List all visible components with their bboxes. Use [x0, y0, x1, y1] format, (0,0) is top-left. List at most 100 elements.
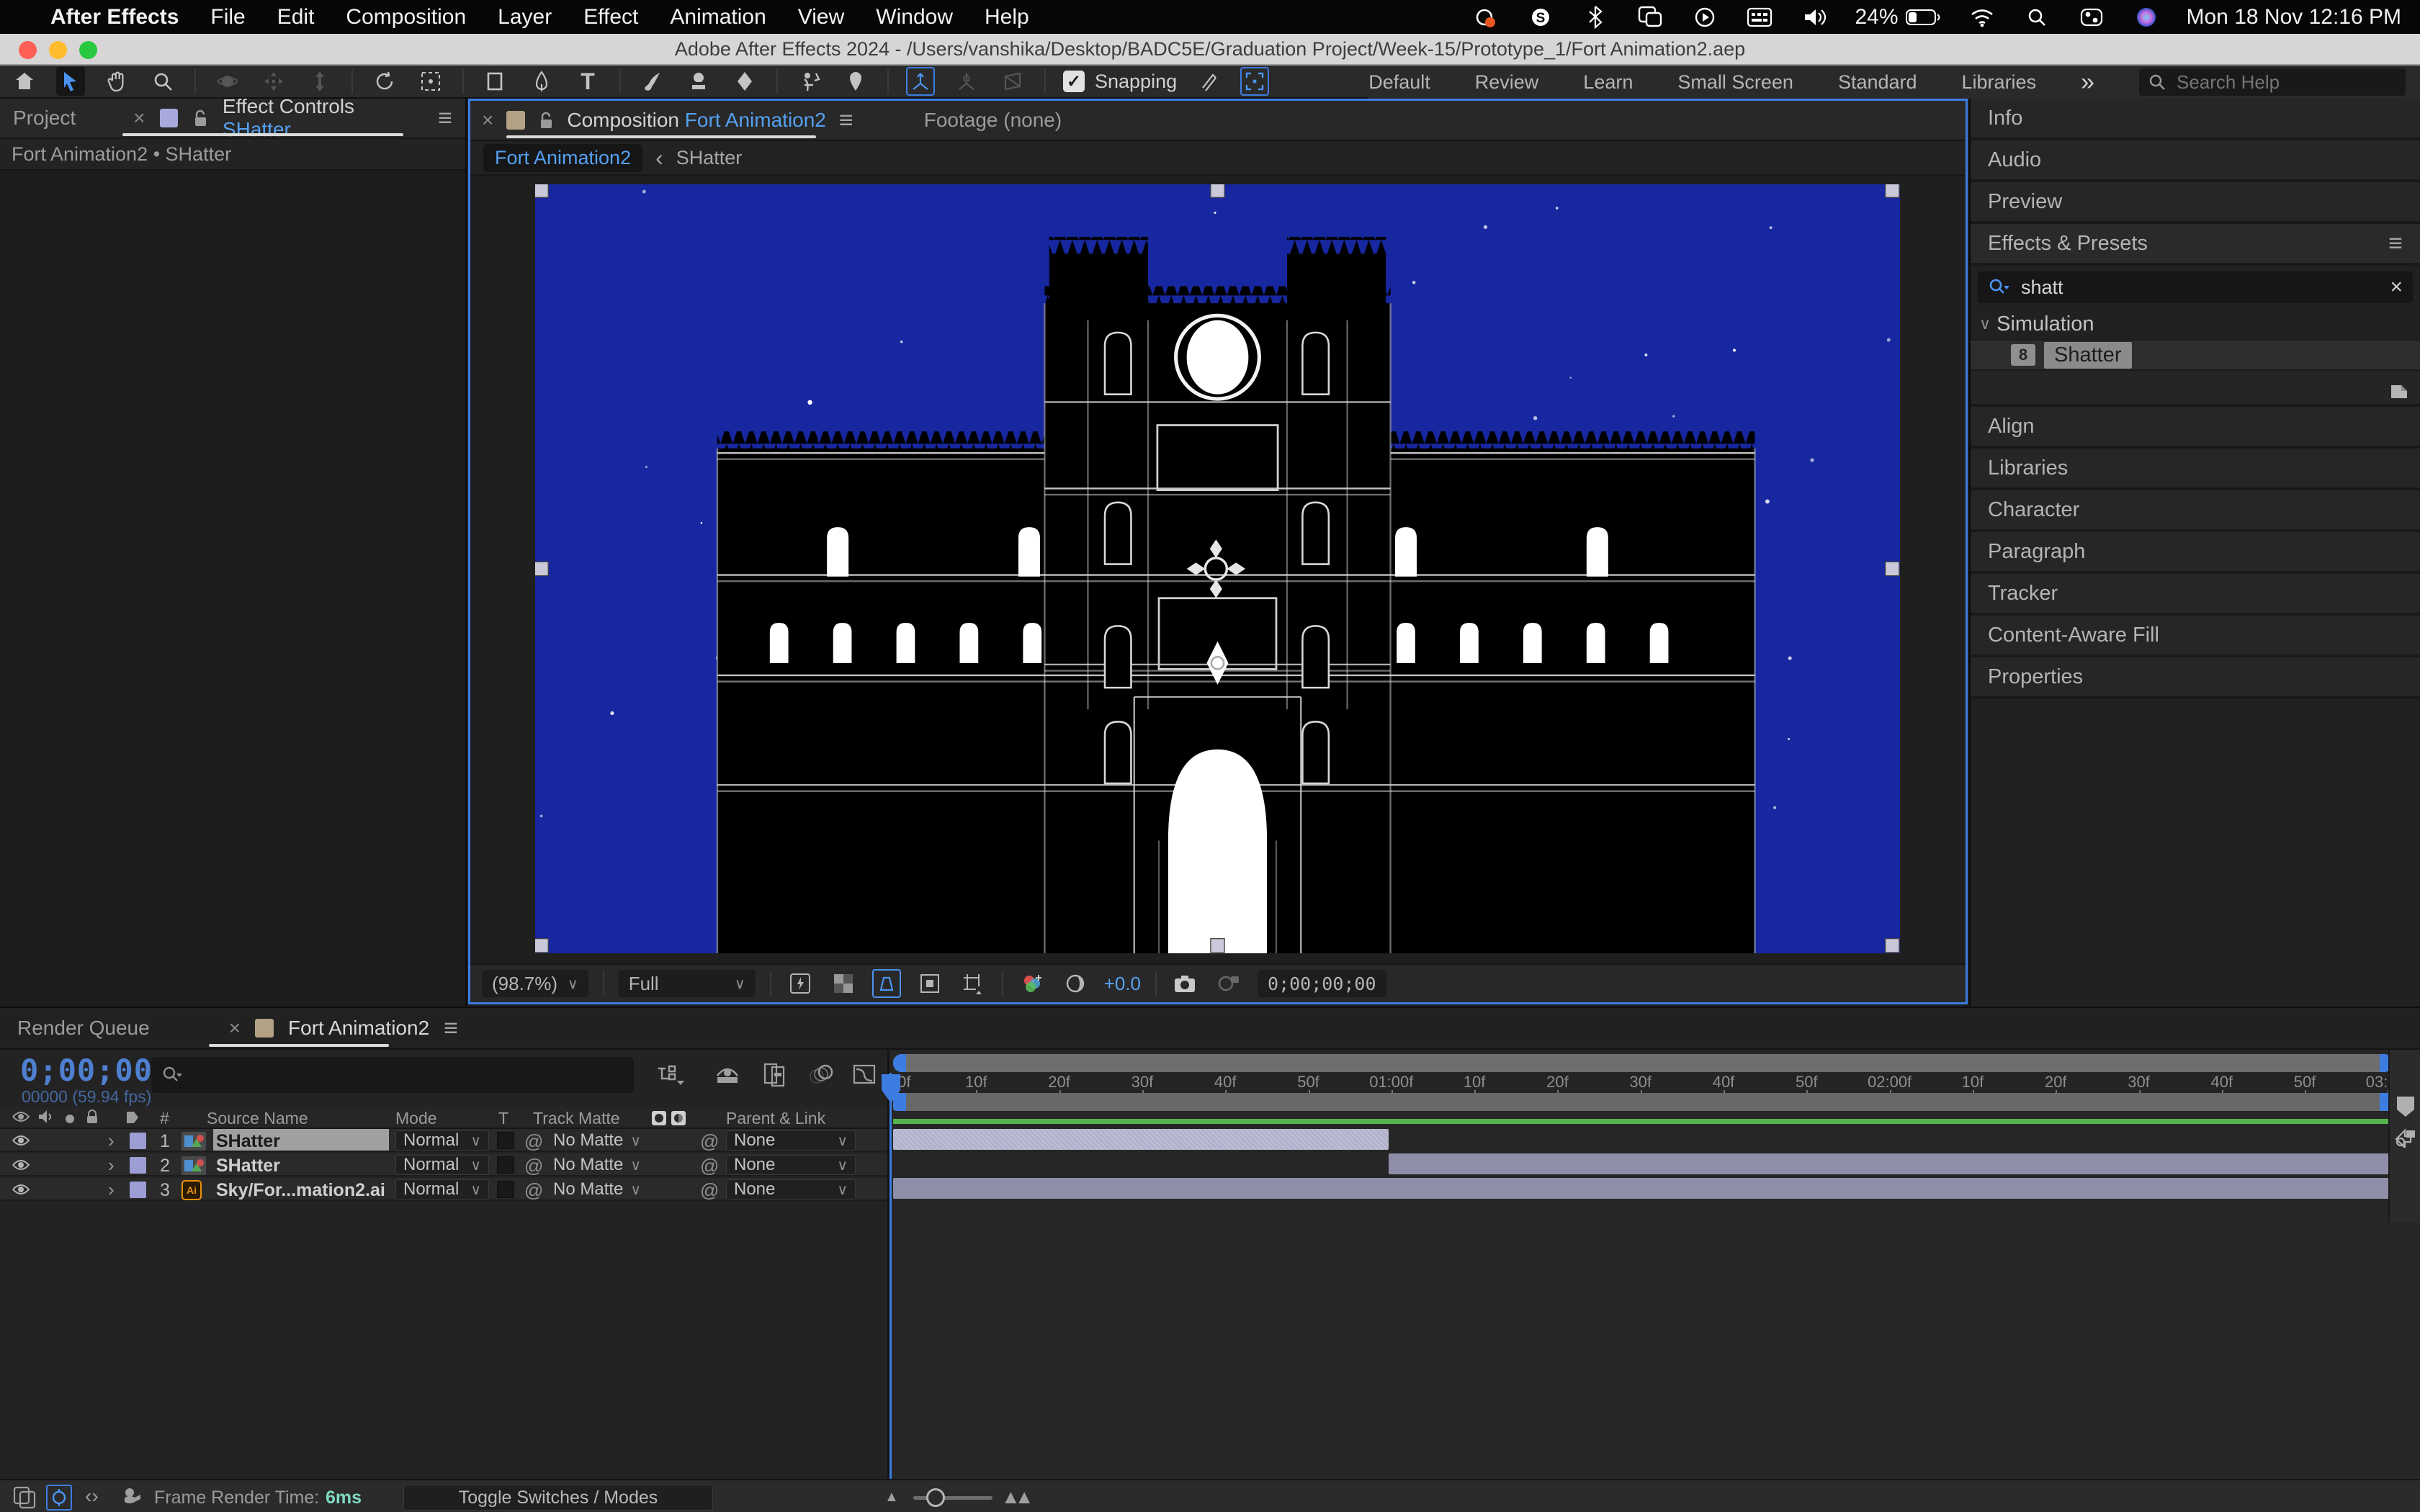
menu-view[interactable]: View	[798, 5, 844, 30]
panel-header-libraries[interactable]: Libraries	[1971, 449, 2420, 490]
panel-header-align[interactable]: Align	[1971, 407, 2420, 449]
mask-visibility-icon[interactable]	[872, 969, 901, 998]
panel-menu-icon[interactable]: ≡	[2388, 230, 2403, 258]
panel-header-paragraph[interactable]: Paragraph	[1971, 532, 2420, 574]
eye-icon[interactable]	[12, 1133, 30, 1153]
volume-icon[interactable]	[1800, 3, 1829, 32]
app-menu-title[interactable]: After Effects	[50, 5, 179, 30]
mode-dropdown[interactable]: Normal∨	[395, 1130, 489, 1151]
comp-marker-bin-icon[interactable]	[2395, 1094, 2416, 1119]
menu-composition[interactable]: Composition	[346, 5, 466, 30]
twirl-icon[interactable]: ›	[108, 1130, 115, 1152]
live-update-toggle-icon[interactable]	[46, 1485, 72, 1511]
hand-tool-icon[interactable]	[102, 67, 131, 96]
layer-name[interactable]: SHatter	[216, 1156, 280, 1176]
track-matte-dropdown[interactable]: No Matte∨	[547, 1179, 647, 1200]
panel-header-character[interactable]: Character	[1971, 490, 2420, 532]
composition-mini-flowchart-icon[interactable]	[655, 1061, 684, 1089]
layer-3-duration-bar[interactable]	[893, 1178, 2389, 1199]
track-matte-dropdown[interactable]: No Matte∨	[547, 1155, 647, 1175]
tab-footage[interactable]: Footage (none)	[924, 109, 1062, 132]
preserve-transparency-checkbox[interactable]	[497, 1156, 514, 1174]
graph-editor-icon[interactable]	[851, 1061, 877, 1091]
orbit-camera-tool-icon[interactable]	[213, 67, 242, 96]
effects-result-shatter[interactable]: 8 Shatter	[1971, 339, 2420, 371]
panel-header-tracker[interactable]: Tracker	[1971, 574, 2420, 616]
matte-pickwhip-icon[interactable]: @	[524, 1179, 543, 1202]
layer-row-1[interactable]: › 1 SHatter Normal∨ @ No Matte∨ @ None∨	[0, 1129, 887, 1152]
workspace-tab-review[interactable]: Review	[1475, 71, 1539, 94]
timeline-track-area[interactable]: 0:00f10f20f30f40f50f01:00f10f20f30f40f50…	[887, 1050, 2420, 1479]
col-number[interactable]: #	[160, 1109, 169, 1128]
camera-tool-icon[interactable]	[416, 67, 445, 96]
toggle-switches-modes-button[interactable]: Toggle Switches / Modes	[403, 1485, 713, 1511]
col-parent-link[interactable]: Parent & Link	[726, 1109, 825, 1128]
resolution-dropdown[interactable]: Full∨	[619, 970, 756, 997]
pen-tool-icon[interactable]	[527, 67, 556, 96]
effects-search-input[interactable]	[2020, 276, 2380, 300]
workspace-tab-default[interactable]: Default	[1368, 71, 1430, 94]
timeline-zoom-slider-track[interactable]	[913, 1496, 992, 1500]
unlock-icon[interactable]	[192, 109, 208, 127]
show-snapshot-icon[interactable]	[1214, 969, 1243, 998]
effects-presets-header[interactable]: Effects & Presets ≡	[1971, 224, 2420, 266]
tab-render-queue[interactable]: Render Queue	[17, 1017, 150, 1040]
snapping-checkbox[interactable]: ✓	[1063, 71, 1085, 92]
menu-file[interactable]: File	[210, 5, 245, 30]
viewer-timecode[interactable]: 0;00;00;00	[1258, 970, 1386, 997]
brackets-toggle-icon[interactable]: ‹›	[85, 1485, 99, 1508]
panel-header-info[interactable]: Info	[1971, 99, 2420, 140]
puppet-pin-tool-icon[interactable]	[841, 67, 870, 96]
snapping-control[interactable]: ✓ Snapping	[1063, 71, 1177, 93]
breadcrumb-comp[interactable]: Fort Animation2	[483, 144, 642, 172]
layer-row-3[interactable]: › 3 Ai Sky/For...mation2.ai Normal∨ @ No…	[0, 1178, 887, 1201]
col-source-name[interactable]: Source Name	[207, 1109, 308, 1128]
panel-header-audio[interactable]: Audio	[1971, 140, 2420, 182]
composition-canvas[interactable]	[535, 184, 1900, 953]
layer-name[interactable]: Sky/For...mation2.ai	[216, 1180, 385, 1201]
layer-label-color[interactable]	[130, 1133, 146, 1149]
layer-row-2[interactable]: › 2 SHatter Normal∨ @ No Matte∨ @ None∨	[0, 1153, 887, 1176]
rectangle-tool-icon[interactable]	[481, 67, 510, 96]
transparency-grid-icon[interactable]	[829, 969, 858, 998]
rotation-tool-icon[interactable]	[370, 67, 399, 96]
layer-1-duration-bar[interactable]	[893, 1129, 1389, 1150]
panel-header-preview[interactable]: Preview	[1971, 182, 2420, 224]
shazam-icon[interactable]: S	[1526, 3, 1555, 32]
now-playing-icon[interactable]	[1690, 3, 1719, 32]
brush-tool-icon[interactable]	[638, 67, 667, 96]
workspace-overflow-chevron[interactable]: »	[2081, 68, 2094, 96]
composition-viewer[interactable]	[470, 176, 1966, 963]
timeline-zoom-slider-handle[interactable]	[926, 1488, 945, 1507]
panel-header-properties[interactable]: Properties	[1971, 657, 2420, 699]
draft-3d-toggle-icon[interactable]	[121, 1486, 144, 1512]
layer-label-color[interactable]	[130, 1157, 146, 1174]
matte-pickwhip-icon[interactable]: @	[524, 1155, 543, 1177]
close-tab-icon[interactable]: ×	[229, 1017, 241, 1040]
wifi-icon[interactable]	[1968, 3, 1996, 32]
snapshot-icon[interactable]	[1171, 969, 1200, 998]
workspace-tab-libraries[interactable]: Libraries	[1962, 71, 2037, 94]
help-search-input[interactable]	[2175, 71, 2377, 94]
eraser-tool-icon[interactable]	[730, 67, 759, 96]
menu-bar-clock[interactable]: Mon 18 Nov 12:16 PM	[2187, 5, 2402, 30]
twirl-icon[interactable]: ›	[108, 1179, 115, 1201]
battery-status[interactable]: 24%	[1855, 5, 1941, 30]
menu-layer[interactable]: Layer	[498, 5, 552, 30]
breadcrumb-layer[interactable]: SHatter	[676, 147, 743, 169]
help-search-box[interactable]	[2139, 68, 2406, 96]
snap-options-icon[interactable]	[1194, 67, 1223, 96]
zoom-out-mountain-icon[interactable]: ▲	[884, 1489, 899, 1506]
tab-composition[interactable]: Composition Fort Animation2	[567, 109, 826, 132]
mode-dropdown[interactable]: Normal∨	[395, 1179, 489, 1200]
new-preset-icon[interactable]	[2388, 378, 2410, 400]
twirl-icon[interactable]: ›	[108, 1154, 115, 1176]
layer-label-color[interactable]	[130, 1182, 146, 1198]
view-axis-mode-icon[interactable]	[998, 67, 1027, 96]
frame-blending-toggle-icon[interactable]	[13, 1486, 37, 1512]
zoom-window-button[interactable]	[79, 41, 97, 59]
eye-icon[interactable]	[12, 1182, 30, 1202]
parent-pickwhip-icon[interactable]: @	[700, 1130, 719, 1153]
clone-stamp-tool-icon[interactable]	[684, 67, 713, 96]
col-t[interactable]: T	[498, 1109, 508, 1128]
